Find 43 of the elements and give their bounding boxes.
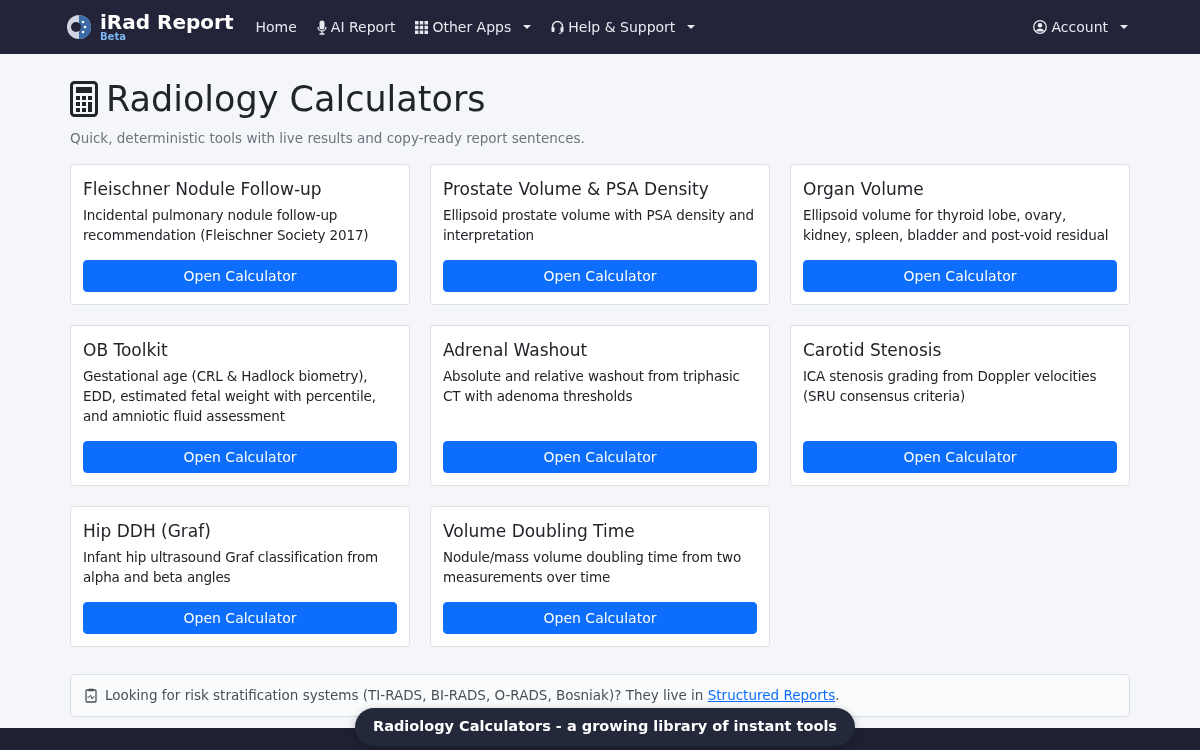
grid-icon xyxy=(415,20,429,34)
toast-message: Radiology Calculators - a growing library of instant tools xyxy=(355,708,855,746)
card-title: Organ Volume xyxy=(803,178,925,202)
open-calculator-button[interactable]: Open Calculator xyxy=(83,260,397,293)
card-description: Nodule/mass volume doubling time from two measurements over time xyxy=(443,548,742,588)
card-description: Absolute and relative washout from triphasic CT with adenoma thresholds xyxy=(443,367,741,407)
card-title: OB Toolkit xyxy=(83,339,169,363)
card-title: Hip DDH (Graf) xyxy=(83,520,212,544)
open-calculator-button[interactable]: Open Calculator xyxy=(803,260,1117,293)
menu-link[interactable]: Help & Support xyxy=(545,16,702,38)
account-menu[interactable]: Account xyxy=(1027,16,1134,38)
calculator-icon xyxy=(70,81,98,117)
headset-icon xyxy=(551,20,565,34)
open-calculator-button[interactable]: Open Calculator xyxy=(443,441,757,474)
card-title: Prostate Volume & PSA Density xyxy=(443,178,710,202)
card-description: Ellipsoid volume for thyroid lobe, ovary, kidney, spleen, bladder and post-void residual xyxy=(803,206,1110,246)
nav-link[interactable]: Home xyxy=(249,16,303,38)
card-description: Infant hip ultrasound Graf classification from alpha and beta angles xyxy=(83,548,380,588)
open-calculator-button[interactable]: Open Calculator xyxy=(803,441,1117,474)
card-description: ICA stenosis grading from Doppler velocities (SRU consensus criteria) xyxy=(803,367,1098,407)
logo-icon xyxy=(66,14,92,40)
open-calculator-button[interactable]: Open Calculator xyxy=(443,260,757,293)
card-title: Adrenal Washout xyxy=(443,339,589,363)
card-description: Gestational age (CRL & Hadlock biometry), EDD, estimated fetal weight with percentile, and amniotic fluid assessment xyxy=(83,367,377,427)
menu-link[interactable]: Other Apps xyxy=(409,16,538,38)
page-title: Radiology Calculators xyxy=(106,78,486,120)
brand-name: iRad Report xyxy=(100,12,234,32)
page-subtitle: Quick, deterministic tools with live results and copy-ready report sentences. xyxy=(70,129,586,148)
microphone-icon xyxy=(316,19,327,35)
card-title: Carotid Stenosis xyxy=(803,339,943,363)
card-description: Incidental pulmonary nodule follow-up recommendation (Fleischner Society 2017) xyxy=(83,206,370,246)
open-calculator-button[interactable]: Open Calculator xyxy=(83,441,397,474)
info-text: Looking for risk stratification systems (TI-RADS, BI-RADS, O-RADS, Bosniak)? They live in Structured Reports. xyxy=(105,686,840,706)
user-circle-icon xyxy=(1033,20,1048,34)
beta-label: Beta xyxy=(100,32,127,42)
open-calculator-button[interactable]: Open Calculator xyxy=(83,602,397,635)
nav-link[interactable]: AI Report xyxy=(310,16,402,38)
card-title: Volume Doubling Time xyxy=(443,520,636,544)
card-title: Fleischner Nodule Follow-up xyxy=(83,178,323,202)
open-calculator-button[interactable]: Open Calculator xyxy=(443,602,757,635)
brand-link[interactable]: iRad Report Beta xyxy=(66,12,234,42)
card-description: Ellipsoid prostate volume with PSA density and interpretation xyxy=(443,206,755,246)
clipboard-icon xyxy=(85,687,97,703)
